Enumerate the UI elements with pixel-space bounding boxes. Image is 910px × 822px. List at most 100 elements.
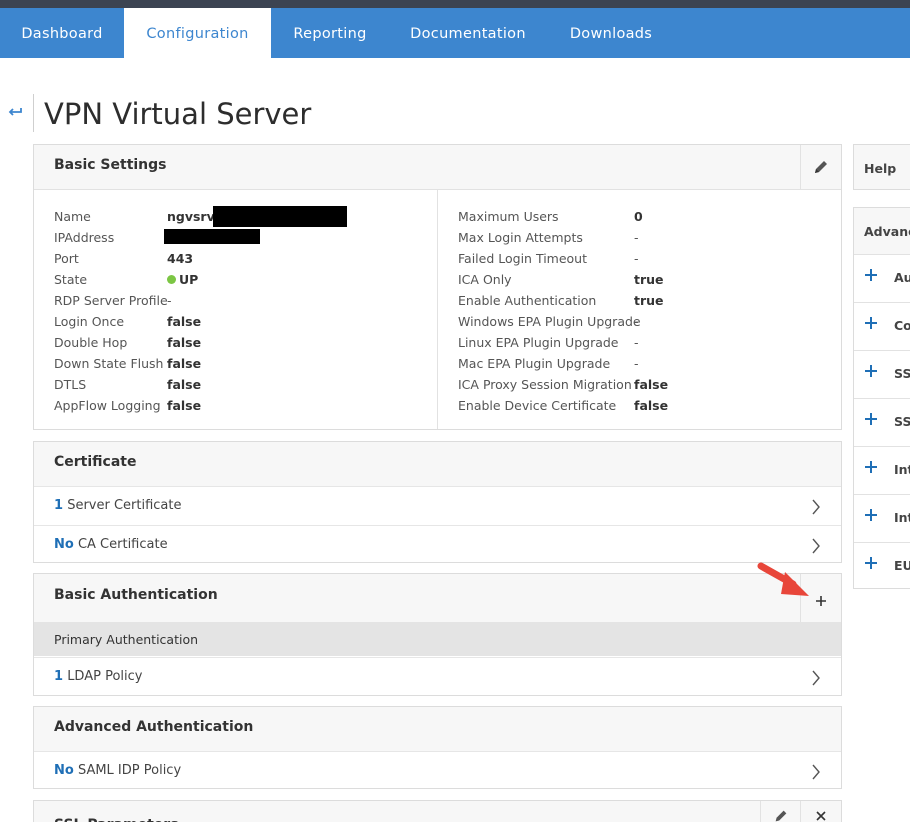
setting-row: Login Once false — [54, 314, 434, 334]
setting-row: Maximum Users 0 — [458, 209, 838, 229]
setting-label: Enable Authentication — [458, 293, 597, 308]
certificate-header: Certificate — [34, 442, 841, 487]
ldap-policy-row[interactable]: 1 LDAP Policy — [34, 657, 841, 696]
advanced-settings-panel: Advance Au Co SSI SSI Int Int EU — [853, 207, 910, 589]
basic-settings-title: Basic Settings — [54, 157, 167, 173]
setting-label: Double Hop — [54, 335, 128, 350]
setting-row: Down State Flush false — [54, 356, 434, 376]
chevron-right-icon — [812, 538, 820, 554]
ssl-parameters-header: SSL Parameters — [34, 801, 841, 822]
setting-row: AppFlow Logging false — [54, 398, 434, 418]
ca-certificate-count: No — [54, 537, 74, 552]
plus-icon — [865, 509, 877, 521]
tab-documentation[interactable]: Documentation — [389, 8, 547, 58]
advanced-settings-item[interactable]: SSI — [854, 350, 910, 399]
advanced-settings-item-label: Co — [894, 318, 910, 333]
ldap-policy-label: LDAP Policy — [67, 669, 143, 684]
ldap-policy-count: 1 — [54, 669, 64, 684]
plus-icon — [816, 596, 826, 606]
setting-value: - — [634, 356, 639, 371]
plus-icon — [865, 365, 877, 377]
setting-label: Port — [54, 251, 79, 266]
advanced-settings-title: Advance — [864, 224, 910, 239]
advanced-settings-item[interactable]: EU — [854, 542, 910, 588]
tab-reporting[interactable]: Reporting — [271, 8, 389, 58]
advanced-settings-item-label: EU — [894, 558, 910, 573]
setting-label: Down State Flush — [54, 356, 164, 371]
saml-idp-policy-count: No — [54, 763, 74, 778]
setting-label: AppFlow Logging — [54, 398, 161, 413]
setting-row: Windows EPA Plugin Upgrade - — [458, 314, 838, 334]
advanced-settings-item[interactable]: Co — [854, 302, 910, 351]
main-nav: Dashboard Configuration Reporting Docume… — [0, 8, 910, 58]
basic-authentication-header: Basic Authentication — [34, 574, 841, 623]
setting-label: Linux EPA Plugin Upgrade — [458, 335, 619, 350]
setting-label: Name — [54, 209, 91, 224]
column-divider — [437, 189, 438, 429]
setting-label: Failed Login Timeout — [458, 251, 588, 266]
edit-button[interactable] — [800, 145, 841, 189]
basic-authentication-title: Basic Authentication — [54, 587, 218, 603]
setting-row: Port 443 — [54, 251, 434, 271]
plus-icon — [865, 317, 877, 329]
advanced-settings-item-label: SSI — [894, 366, 910, 381]
advanced-settings-item[interactable]: Int — [854, 446, 910, 495]
help-panel[interactable]: Help — [853, 144, 910, 190]
page-title: VPN Virtual Server — [44, 97, 312, 131]
setting-value: false — [167, 356, 202, 371]
advanced-authentication-header: Advanced Authentication — [34, 707, 841, 752]
ssl-edit-button[interactable] — [760, 801, 801, 822]
ssl-parameters-panel: SSL Parameters — [33, 800, 842, 822]
setting-value: 0 — [634, 209, 643, 224]
setting-row: Max Login Attempts - — [458, 230, 838, 250]
setting-row: ICA Proxy Session Migration false — [458, 377, 838, 397]
close-icon — [816, 811, 826, 821]
plus-icon — [865, 413, 877, 425]
tab-configuration[interactable]: Configuration — [124, 8, 271, 58]
tab-downloads[interactable]: Downloads — [547, 8, 675, 58]
setting-value: - — [634, 335, 639, 350]
setting-label: Login Once — [54, 314, 125, 329]
top-strip — [0, 0, 910, 8]
advanced-settings-item[interactable]: Au — [854, 254, 910, 303]
setting-value: - — [634, 230, 639, 245]
setting-label: Windows EPA Plugin Upgrade — [458, 314, 641, 329]
setting-value: false — [634, 377, 669, 392]
advanced-settings-item[interactable]: Int — [854, 494, 910, 543]
plus-icon — [865, 269, 877, 281]
tab-dashboard[interactable]: Dashboard — [0, 8, 124, 58]
setting-row: RDP Server Profile - — [54, 293, 434, 313]
setting-row: Enable Authentication true — [458, 293, 838, 313]
chevron-right-icon — [812, 764, 820, 780]
setting-value: - — [634, 314, 639, 329]
setting-row: Failed Login Timeout - — [458, 251, 838, 271]
ca-certificate-row[interactable]: No CA Certificate — [34, 525, 841, 564]
setting-row: ICA Only true — [458, 272, 838, 292]
setting-value: false — [167, 335, 202, 350]
primary-authentication-subheader: Primary Authentication — [34, 622, 841, 656]
setting-row: DTLS false — [54, 377, 434, 397]
redacted-ipaddress — [164, 229, 260, 244]
setting-label: Max Login Attempts — [458, 230, 583, 245]
setting-value: false — [167, 398, 202, 413]
ssl-close-button[interactable] — [800, 801, 841, 822]
setting-label: Maximum Users — [458, 209, 559, 224]
setting-value: UP — [167, 272, 198, 287]
setting-value: true — [634, 272, 664, 287]
server-certificate-row[interactable]: 1 Server Certificate — [34, 486, 841, 525]
ssl-parameters-title: SSL Parameters — [54, 805, 179, 822]
setting-value: - — [167, 293, 172, 308]
advanced-settings-item[interactable]: SSI — [854, 398, 910, 447]
setting-label: State — [54, 272, 88, 287]
setting-value: true — [634, 293, 664, 308]
setting-label: Enable Device Certificate — [458, 398, 617, 413]
advanced-settings-item-label: Int — [894, 462, 910, 477]
saml-idp-policy-row[interactable]: No SAML IDP Policy — [34, 751, 841, 790]
back-arrow-icon[interactable] — [7, 104, 25, 122]
setting-row: State UP — [54, 272, 434, 292]
setting-value: false — [167, 314, 202, 329]
basic-authentication-panel: Basic Authentication Primary Authenticat… — [33, 573, 842, 696]
setting-row: Enable Device Certificate false — [458, 398, 838, 418]
ca-certificate-label: CA Certificate — [77, 537, 168, 552]
setting-label: DTLS — [54, 377, 87, 392]
